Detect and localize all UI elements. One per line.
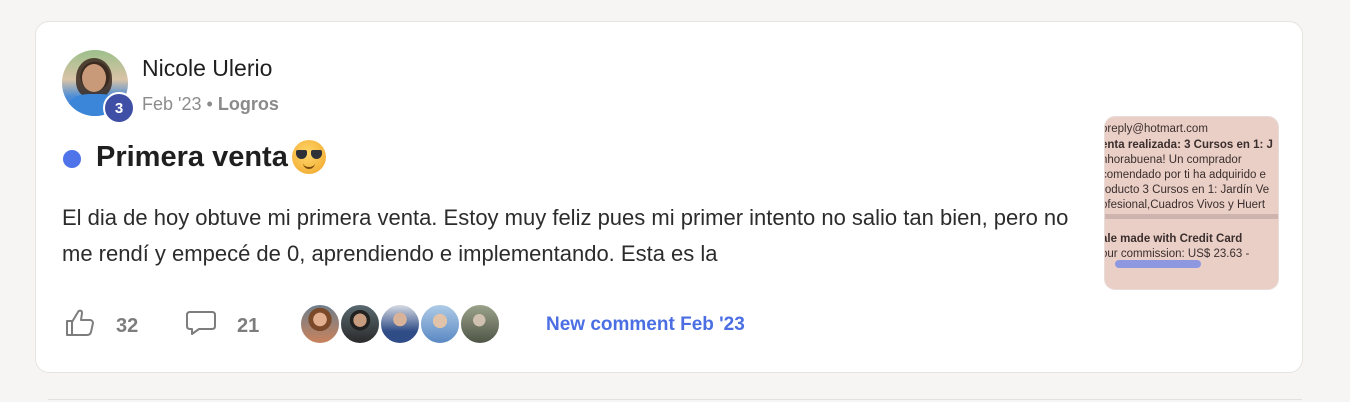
sunglasses-emoji-icon bbox=[291, 140, 326, 174]
feed-divider bbox=[48, 399, 1302, 400]
post-meta: Feb '23 • Logros bbox=[142, 94, 279, 115]
commenter-avatar[interactable] bbox=[419, 303, 461, 345]
thumbs-up-icon bbox=[64, 308, 96, 344]
thumbnail-line: ale made with Credit Card bbox=[1105, 233, 1243, 245]
commenter-avatar[interactable] bbox=[339, 303, 381, 345]
meta-separator: • bbox=[206, 94, 213, 114]
post-category[interactable]: Logros bbox=[218, 94, 279, 114]
comment-button[interactable]: 21 bbox=[185, 308, 259, 344]
commenters-facepile[interactable] bbox=[299, 303, 501, 345]
thumbnail-divider bbox=[1105, 214, 1278, 219]
thumbnail-line: nhorabuena! Un comprador bbox=[1105, 154, 1242, 166]
thumbnail-line: oreply@hotmart.com bbox=[1105, 123, 1208, 135]
thumbnail-line: roducto 3 Cursos en 1: Jardín Ve bbox=[1105, 184, 1270, 196]
post-excerpt[interactable]: El dia de hoy obtuve mi primera venta. E… bbox=[62, 200, 1072, 272]
level-badge: 3 bbox=[103, 92, 135, 124]
author-name[interactable]: Nicole Ulerio bbox=[142, 55, 272, 82]
post-title-text[interactable]: Primera venta bbox=[96, 141, 288, 174]
unread-dot bbox=[63, 150, 81, 168]
comment-count: 21 bbox=[237, 314, 260, 337]
commenter-avatar[interactable] bbox=[459, 303, 501, 345]
post-card[interactable]: 3 Nicole Ulerio Feb '23 • Logros Primera… bbox=[35, 21, 1303, 373]
post-date: Feb '23 bbox=[142, 94, 202, 114]
speech-bubble-icon bbox=[185, 308, 217, 344]
thumbnail-line: enta realizada: 3 Cursos en 1: J bbox=[1105, 139, 1273, 151]
thumbnail-line: our commission: US$ 23.63 - bbox=[1105, 248, 1250, 260]
thumbnail-line: ofesional,Cuadros Vivos y Huert bbox=[1105, 199, 1266, 211]
post-thumbnail[interactable]: oreply@hotmart.com enta realizada: 3 Cur… bbox=[1105, 117, 1278, 289]
redaction-mark bbox=[1115, 260, 1201, 268]
new-comment-link[interactable]: New comment Feb '23 bbox=[546, 314, 745, 336]
thumbnail-line: comendado por ti ha adquirido e bbox=[1105, 169, 1266, 181]
like-count: 32 bbox=[116, 314, 139, 337]
post-title[interactable]: Primera venta bbox=[96, 140, 326, 174]
commenter-avatar[interactable] bbox=[379, 303, 421, 345]
like-button[interactable]: 32 bbox=[64, 308, 138, 344]
commenter-avatar[interactable] bbox=[299, 303, 341, 345]
